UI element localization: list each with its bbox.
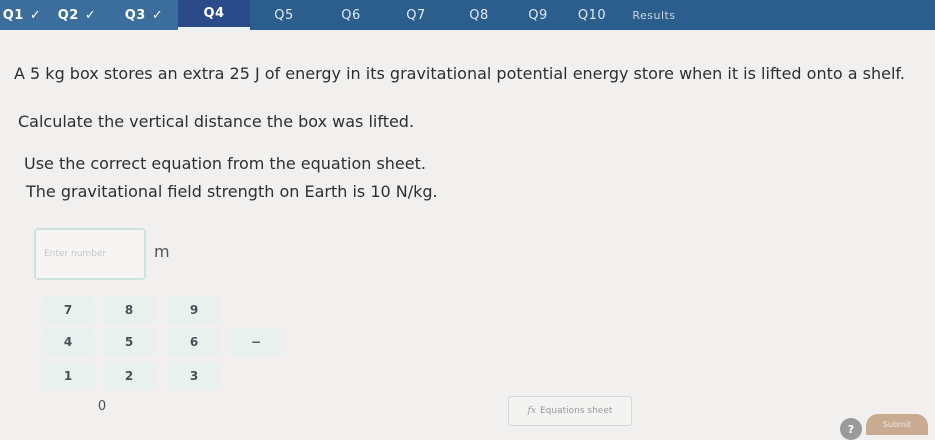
- equation-hint: Use the correct equation from the equati…: [24, 154, 426, 173]
- question-tab-bar: Q1 ✓ Q2 ✓ Q3 ✓ Q4 Q5 Q6 Q7 Q8 Q9 Q10 Res…: [0, 0, 935, 30]
- tab-results[interactable]: Results: [618, 0, 690, 30]
- keypad-key-2[interactable]: 2: [103, 362, 155, 390]
- check-icon: ✓: [29, 7, 42, 23]
- keypad-key-6[interactable]: 6: [168, 328, 220, 356]
- check-icon: ✓: [151, 7, 164, 23]
- submit-button[interactable]: Submit: [866, 414, 928, 435]
- tab-q5[interactable]: Q5: [250, 0, 318, 30]
- tab-label: Q5: [274, 7, 294, 23]
- keypad-key-4[interactable]: 4: [42, 328, 94, 356]
- keypad-key-5[interactable]: 5: [103, 328, 155, 356]
- function-icon: fx: [527, 406, 536, 416]
- tab-q3[interactable]: Q3 ✓: [110, 0, 178, 30]
- tab-label: Q7: [406, 7, 426, 23]
- field-strength-hint: The gravitational field strength on Eart…: [26, 182, 438, 201]
- equations-sheet-label: Equations sheet: [540, 406, 613, 416]
- tab-q9[interactable]: Q9: [510, 0, 566, 30]
- tab-q7[interactable]: Q7: [384, 0, 448, 30]
- tab-label: Results: [632, 8, 676, 22]
- answer-unit: m: [154, 242, 170, 261]
- help-button[interactable]: ?: [840, 418, 862, 440]
- tab-q8[interactable]: Q8: [448, 0, 510, 30]
- answer-input[interactable]: [34, 228, 146, 280]
- keypad-key-8[interactable]: 8: [103, 296, 155, 324]
- tab-label: Q8: [469, 7, 489, 23]
- keypad-key-minus[interactable]: −: [230, 328, 282, 356]
- tab-label: Q3: [124, 7, 146, 23]
- tab-q4[interactable]: Q4: [178, 0, 250, 30]
- tab-q1[interactable]: Q1 ✓: [0, 0, 44, 30]
- question-text: A 5 kg box stores an extra 25 J of energ…: [14, 64, 905, 83]
- keypad-key-9[interactable]: 9: [168, 296, 220, 324]
- tab-q10[interactable]: Q10: [566, 0, 618, 30]
- keypad-key-1[interactable]: 1: [42, 362, 94, 390]
- check-icon: ✓: [84, 7, 97, 23]
- tab-q2[interactable]: Q2 ✓: [44, 0, 110, 30]
- tab-label: Q2: [57, 7, 79, 23]
- equations-sheet-button[interactable]: fx Equations sheet: [508, 396, 632, 426]
- keypad-key-0[interactable]: 0: [76, 392, 128, 420]
- tab-label: Q1: [2, 7, 24, 23]
- question-instruction: Calculate the vertical distance the box …: [18, 112, 415, 131]
- tab-label: Q10: [577, 7, 607, 23]
- keypad-key-7[interactable]: 7: [42, 296, 94, 324]
- tab-label: Q6: [341, 7, 361, 23]
- tab-q6[interactable]: Q6: [318, 0, 384, 30]
- tab-label: Q9: [528, 7, 548, 23]
- keypad-key-3[interactable]: 3: [168, 362, 220, 390]
- tab-label: Q4: [203, 6, 225, 21]
